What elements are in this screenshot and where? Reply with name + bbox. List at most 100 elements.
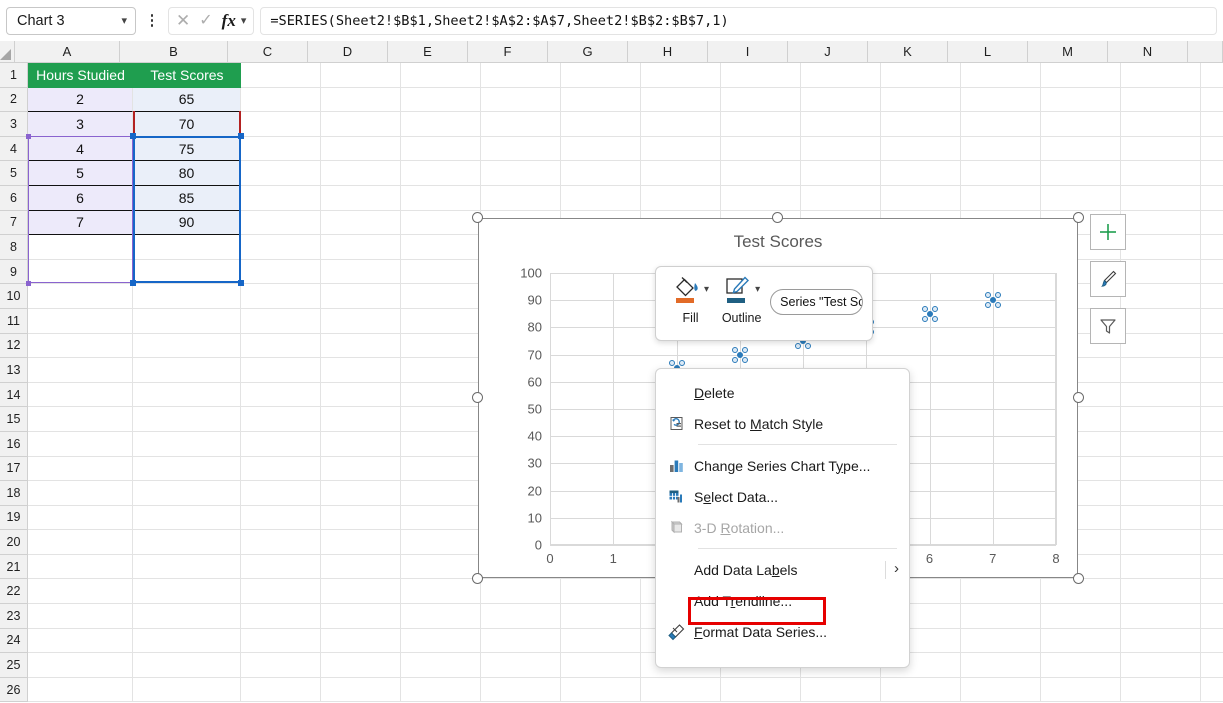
cell-E3[interactable] <box>401 112 481 137</box>
menu-item-delete[interactable]: Delete <box>656 377 909 408</box>
cell-O2[interactable] <box>1201 88 1223 113</box>
cell-C6[interactable] <box>241 185 321 211</box>
cell-M24[interactable] <box>1041 628 1121 654</box>
cell-A15[interactable] <box>28 407 133 432</box>
cell-G23[interactable] <box>561 604 641 629</box>
menu-item-add-data-labels[interactable]: Add Data Labels › <box>656 554 909 585</box>
row-header-16[interactable]: 16 <box>0 431 28 457</box>
cell-A8[interactable] <box>28 235 133 260</box>
cell-O9[interactable] <box>1201 260 1223 285</box>
cell-B3[interactable]: 70 <box>133 112 241 137</box>
cell-E24[interactable] <box>401 628 481 654</box>
cell-D17[interactable] <box>321 456 401 482</box>
row-header-12[interactable]: 12 <box>0 333 28 359</box>
cell-B2[interactable]: 65 <box>133 87 241 113</box>
cell-L6[interactable] <box>961 185 1041 211</box>
cell-M4[interactable] <box>1041 136 1121 162</box>
cell-C13[interactable] <box>241 358 321 383</box>
chart-resize-handle-mr[interactable] <box>1073 392 1084 403</box>
cell-O25[interactable] <box>1201 653 1223 678</box>
cell-O21[interactable] <box>1201 555 1223 580</box>
cell-B20[interactable] <box>133 530 241 555</box>
chart-elements-button[interactable] <box>1090 214 1126 250</box>
cell-K1[interactable] <box>881 63 961 88</box>
cell-E25[interactable] <box>401 653 481 678</box>
cell-N4[interactable] <box>1121 136 1201 162</box>
cell-J6[interactable] <box>801 185 881 211</box>
cell-D20[interactable] <box>321 530 401 555</box>
cell-N10[interactable] <box>1121 284 1201 309</box>
cell-N9[interactable] <box>1121 259 1201 285</box>
cell-A20[interactable] <box>28 530 133 555</box>
cell-B19[interactable] <box>133 505 241 531</box>
cell-H26[interactable] <box>641 677 721 703</box>
cell-B6[interactable]: 85 <box>133 185 241 211</box>
cell-G2[interactable] <box>561 87 641 113</box>
cell-K4[interactable] <box>881 136 961 162</box>
cell-D13[interactable] <box>321 358 401 383</box>
cell-E20[interactable] <box>401 530 481 555</box>
cell-M26[interactable] <box>1041 677 1121 703</box>
cell-J2[interactable] <box>801 87 881 113</box>
data-point[interactable] <box>984 292 1001 309</box>
cell-C4[interactable] <box>241 136 321 162</box>
cell-F25[interactable] <box>481 653 561 678</box>
cell-N6[interactable] <box>1121 185 1201 211</box>
insert-function-icon[interactable]: fx <box>222 11 236 31</box>
cell-G26[interactable] <box>561 677 641 703</box>
chart-resize-handle-ml[interactable] <box>472 392 483 403</box>
chevron-down-icon[interactable]: ▾ <box>121 14 127 27</box>
cell-A17[interactable] <box>28 456 133 482</box>
cell-E1[interactable] <box>401 63 481 88</box>
cell-C1[interactable] <box>241 63 321 88</box>
cell-E2[interactable] <box>401 87 481 113</box>
cell-E26[interactable] <box>401 677 481 703</box>
cell-N24[interactable] <box>1121 628 1201 654</box>
cell-H4[interactable] <box>641 136 721 162</box>
cell-D25[interactable] <box>321 653 401 678</box>
menu-item-reset-to-match-style[interactable]: Reset to Match Style <box>656 408 909 439</box>
cell-J1[interactable] <box>801 63 881 88</box>
cell-E4[interactable] <box>401 136 481 162</box>
cell-O8[interactable] <box>1201 235 1223 260</box>
cell-N8[interactable] <box>1121 235 1201 260</box>
cell-D23[interactable] <box>321 604 401 629</box>
cell-D2[interactable] <box>321 87 401 113</box>
cell-B11[interactable] <box>133 308 241 334</box>
cell-N13[interactable] <box>1121 358 1201 383</box>
cell-L25[interactable] <box>961 653 1041 678</box>
cell-C9[interactable] <box>241 259 321 285</box>
cell-N7[interactable] <box>1121 210 1201 236</box>
cell-C19[interactable] <box>241 505 321 531</box>
cell-C14[interactable] <box>241 382 321 408</box>
cell-N3[interactable] <box>1121 112 1201 137</box>
cell-A14[interactable] <box>28 382 133 408</box>
cell-N22[interactable] <box>1121 579 1201 605</box>
column-header-i[interactable]: I <box>708 41 788 63</box>
name-box[interactable]: Chart 3 ▾ <box>6 6 136 35</box>
cell-E8[interactable] <box>401 235 481 260</box>
cell-O14[interactable] <box>1201 383 1223 408</box>
row-header-14[interactable]: 14 <box>0 382 28 408</box>
cell-A26[interactable] <box>28 677 133 703</box>
cell-E22[interactable] <box>401 579 481 605</box>
cell-D15[interactable] <box>321 407 401 432</box>
cell-B16[interactable] <box>133 431 241 457</box>
cell-G24[interactable] <box>561 628 641 654</box>
cell-L5[interactable] <box>961 161 1041 186</box>
cell-D9[interactable] <box>321 259 401 285</box>
row-header-10[interactable]: 10 <box>0 284 28 309</box>
cell-J5[interactable] <box>801 161 881 186</box>
cell-L24[interactable] <box>961 628 1041 654</box>
row-header-20[interactable]: 20 <box>0 530 28 555</box>
cell-C20[interactable] <box>241 530 321 555</box>
cell-A19[interactable] <box>28 505 133 531</box>
cell-I2[interactable] <box>721 87 801 113</box>
more-options-button[interactable] <box>142 7 162 35</box>
cell-G25[interactable] <box>561 653 641 678</box>
fill-tool[interactable]: ▾ Fill <box>668 275 713 325</box>
cell-B12[interactable] <box>133 333 241 359</box>
cell-N12[interactable] <box>1121 333 1201 359</box>
chart-resize-handle-tl[interactable] <box>472 212 483 223</box>
cell-A24[interactable] <box>28 628 133 654</box>
